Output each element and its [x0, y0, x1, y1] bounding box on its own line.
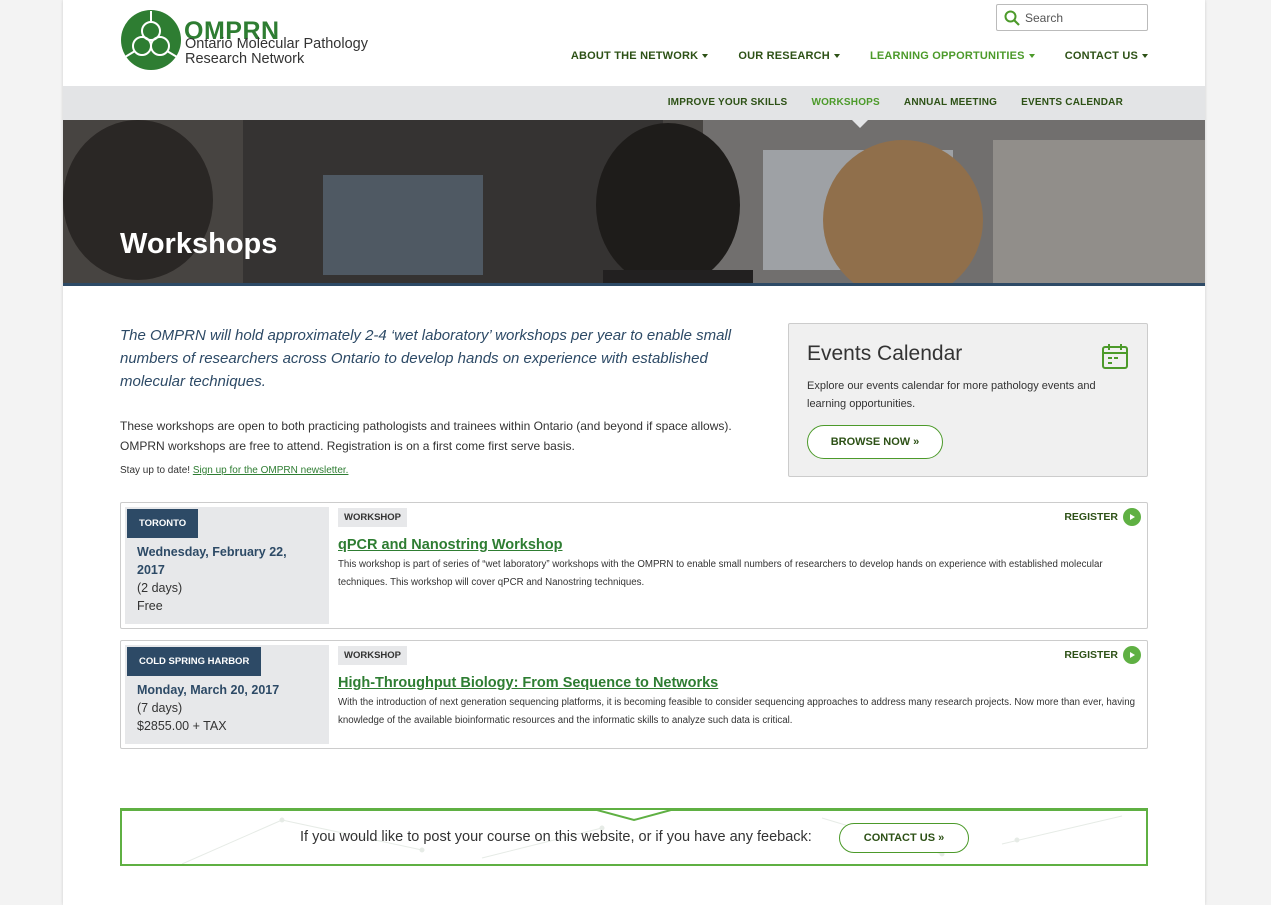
workshop-type-tag: WORKSHOP: [338, 646, 407, 665]
page: OMPRN Ontario Molecular Pathology Resear…: [63, 0, 1205, 905]
register-label: REGISTER: [1064, 511, 1118, 523]
events-calendar-title: Events Calendar: [807, 342, 963, 365]
search-box[interactable]: [996, 4, 1148, 31]
workshop-description: This workshop is part of series of “wet …: [338, 559, 1103, 588]
workshop-price: Free: [137, 599, 163, 613]
newsletter-signup-link[interactable]: Sign up for the OMPRN newsletter.: [193, 465, 349, 476]
hero-photo: [63, 120, 1205, 283]
intro-body-line2: OMPRN workshops are free to attend. Regi…: [120, 439, 575, 453]
browse-now-button[interactable]: BROWSE NOW »: [807, 425, 943, 459]
nav-learning-opportunities[interactable]: LEARNING OPPORTUNITIES: [870, 50, 1035, 62]
workshop-date: Wednesday, February 22, 2017: [137, 543, 307, 579]
workshop-title-link[interactable]: qPCR and Nanostring Workshop: [338, 537, 563, 553]
hero-banner: Workshops: [63, 120, 1205, 286]
arrow-right-icon: [1123, 646, 1141, 664]
workshop-info-panel: COLD SPRING HARBOR Monday, March 20, 201…: [125, 645, 329, 744]
workshop-info-panel: TORONTO Wednesday, February 22, 2017 (2 …: [125, 507, 329, 624]
register-label: REGISTER: [1064, 649, 1118, 661]
subnav-active-pointer: [852, 120, 868, 128]
logo-mark-icon: [121, 10, 181, 70]
caret-down-icon: [702, 54, 709, 59]
search-icon: [1004, 10, 1020, 26]
nav-our-research[interactable]: OUR RESEARCH: [738, 50, 840, 62]
search-input[interactable]: [1025, 10, 1135, 25]
caret-down-icon: [1028, 54, 1035, 59]
arrow-right-icon: [1123, 508, 1141, 526]
workshop-date-line1: Wednesday, February 22,: [137, 545, 287, 559]
subnav-workshops[interactable]: WORKSHOPS: [811, 97, 879, 108]
caret-down-icon: [1142, 54, 1148, 59]
page-title: Workshops: [120, 228, 278, 260]
post-course-cta: If you would like to post your course on…: [120, 808, 1148, 866]
workshop-type-tag: WORKSHOP: [338, 508, 407, 527]
calendar-icon: [1102, 344, 1128, 369]
workshop-title-link[interactable]: High-Throughput Biology: From Sequence t…: [338, 675, 718, 691]
workshop-card: TORONTO Wednesday, February 22, 2017 (2 …: [120, 502, 1148, 629]
newsletter-prefix: Stay up to date!: [120, 465, 193, 476]
intro-body: These workshops are open to both practic…: [120, 416, 760, 456]
subnav-events-calendar[interactable]: EVENTS CALENDAR: [1021, 97, 1123, 108]
contact-us-button[interactable]: CONTACT US »: [839, 823, 969, 853]
intro-lead: The OMPRN will hold approximately 2-4 ‘w…: [120, 327, 732, 390]
nav-learning-label: LEARNING OPPORTUNITIES: [869, 50, 1025, 62]
nav-research-label: OUR RESEARCH: [738, 50, 830, 62]
main-nav: ABOUT THE NETWORK OUR RESEARCH LEARNING …: [541, 50, 1148, 62]
caret-down-icon: [833, 54, 840, 59]
events-calendar-description: Explore our events calendar for more pat…: [807, 380, 1096, 410]
events-calendar-panel: Events Calendar Explore our events calen…: [788, 323, 1148, 477]
workshop-card: COLD SPRING HARBOR Monday, March 20, 201…: [120, 640, 1148, 749]
workshop-description: With the introduction of next generation…: [338, 697, 1135, 726]
workshop-city-tag: TORONTO: [127, 509, 199, 538]
newsletter-line: Stay up to date! Sign up for the OMPRN n…: [120, 465, 348, 476]
cta-text: If you would like to post your course on…: [300, 829, 812, 845]
workshop-date-line2: 2017: [137, 563, 165, 577]
workshop-city-tag: COLD SPRING HARBOR: [127, 647, 262, 676]
register-button[interactable]: REGISTER: [1064, 646, 1141, 664]
nav-about-label: ABOUT THE NETWORK: [570, 50, 699, 62]
register-button[interactable]: REGISTER: [1064, 508, 1141, 526]
subnav-improve-your-skills[interactable]: IMPROVE YOUR SKILLS: [668, 97, 788, 108]
site-logo[interactable]: OMPRN Ontario Molecular Pathology Resear…: [120, 9, 375, 73]
nav-about-the-network[interactable]: ABOUT THE NETWORK: [570, 50, 709, 62]
intro-body-line1: These workshops are open to both practic…: [120, 419, 732, 433]
logo-name: Ontario Molecular Pathology Research Net…: [185, 36, 368, 67]
sub-nav: IMPROVE YOUR SKILLS WORKSHOPS ANNUAL MEE…: [63, 86, 1205, 120]
workshop-duration: (7 days): [137, 701, 183, 715]
workshop-price: $2855.00 + TAX: [137, 719, 227, 733]
workshop-duration: (2 days): [137, 581, 183, 595]
workshop-date: Monday, March 20, 2017: [137, 683, 280, 697]
nav-contact-us[interactable]: CONTACT US: [1065, 50, 1148, 62]
subnav-annual-meeting[interactable]: ANNUAL MEETING: [904, 97, 997, 108]
nav-contact-label: CONTACT US: [1064, 50, 1138, 62]
